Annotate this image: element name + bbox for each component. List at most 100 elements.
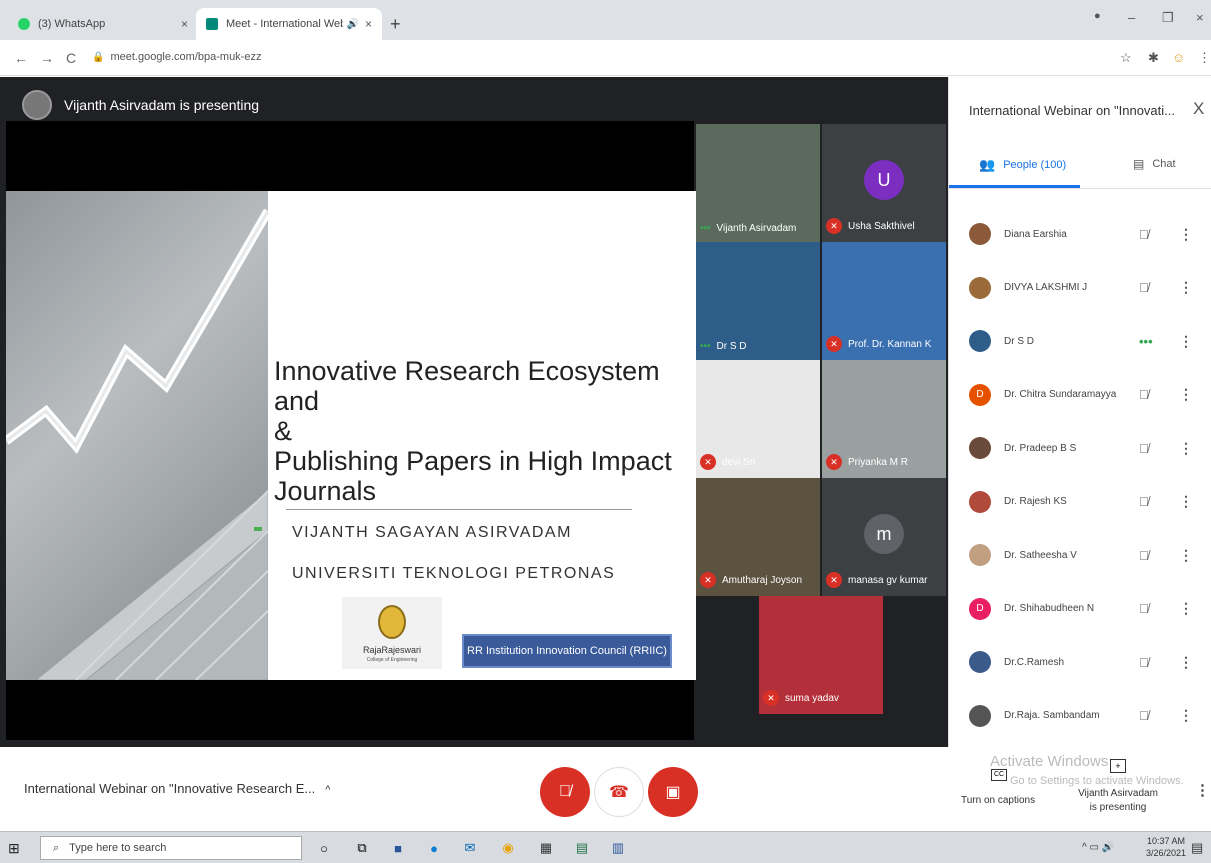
mic-off-icon[interactable]: 🎙̸ [1139,601,1149,616]
leave-call-button[interactable]: ☎ [594,767,644,817]
captions-icon[interactable]: CC [991,769,1007,781]
person-more-options-icon[interactable]: ⋮ [1179,707,1193,724]
participant-tile[interactable]: U ✕ Usha Sakthivel [822,124,946,242]
college-seal-icon [378,605,406,639]
person-more-options-icon[interactable]: ⋮ [1179,333,1193,350]
participant-name: suma yadav [785,692,839,704]
people-list-item[interactable]: D Dr. Chitra Sundaramayya 🎙̸ ⋮ [949,368,1211,422]
tab-whatsapp[interactable]: (3) WhatsApp × [8,8,198,40]
mail-icon[interactable]: ✉ [460,838,480,858]
participant-tile[interactable]: ✕ Prof. Dr. Kannan K [822,242,946,360]
participant-tile[interactable]: ••• Dr S D [696,242,820,360]
excel-icon[interactable]: ▤ [572,838,592,858]
person-more-options-icon[interactable]: ⋮ [1179,493,1193,510]
extensions-icon[interactable]: ✱ [1148,50,1159,66]
windows-start-icon[interactable]: ⊞ [8,840,20,857]
task-view-icon[interactable]: ⧉ [352,838,372,858]
people-list-item[interactable]: Dr. Pradeep B S 🎙̸ ⋮ [949,421,1211,475]
cortana-icon[interactable]: ○ [314,838,334,858]
person-avatar [969,223,991,245]
notification-center-icon[interactable]: ▤ [1191,840,1203,856]
meeting-details[interactable]: International Webinar on "Innovative Res… [24,781,330,796]
mic-off-icon[interactable]: 🎙̸ [1139,548,1149,563]
people-list-item[interactable]: Diana Earshia 🎙̸ ⋮ [949,207,1211,261]
mic-off-icon[interactable]: 🎙̸ [1139,655,1149,670]
chrome-icon[interactable]: ◉ [498,838,518,858]
tab-label: (3) WhatsApp [38,18,106,30]
system-tray-icons[interactable]: ^ ▭ 🔊 [1082,842,1114,853]
participant-tile[interactable]: ✕ devi Sri [696,360,820,478]
person-more-options-icon[interactable]: ⋮ [1179,279,1193,296]
presenter-text: Vijanth Asirvadam is presenting [64,97,260,113]
avatar-icon[interactable]: ☺ [1172,50,1185,65]
people-list-item[interactable]: D Dr. Shihabudheen N 🎙̸ ⋮ [949,582,1211,636]
person-more-options-icon[interactable]: ⋮ [1179,547,1193,564]
presenter-banner: Vijanth Asirvadam is presenting [22,90,259,120]
present-icon[interactable]: + [1110,759,1126,773]
address-bar: ← → C 🔒 meet.google.com/bpa-muk-ezz ☆ ✱ ☺… [0,40,1211,76]
people-list-item[interactable]: Dr S D ••• ⋮ [949,314,1211,368]
person-more-options-icon[interactable]: ⋮ [1179,226,1193,243]
mic-off-icon[interactable]: 🎙̸ [1139,441,1149,456]
mic-off-icon[interactable]: 🎙̸ [1139,280,1149,295]
speaking-indicator-icon[interactable]: ••• [1139,334,1153,349]
participant-avatar: U [864,160,904,200]
browser-menu-icon[interactable]: ⋮ [1198,50,1211,66]
people-list-item[interactable]: Dr. Satheesha V 🎙̸ ⋮ [949,528,1211,582]
taskbar-clock[interactable]: 10:37 AM 3/26/2021 [1146,835,1186,859]
store-icon[interactable]: ▦ [536,838,556,858]
windows-taskbar: ⊞ ⌕ Type here to search ○ ⧉ ■ ● ✉ ◉ ▦ ▤ … [0,831,1211,863]
participant-tile[interactable]: ✕ suma yadav [759,596,883,714]
tab-meet[interactable]: Meet - International Webina 🔊 × [196,8,382,40]
person-more-options-icon[interactable]: ⋮ [1179,386,1193,403]
close-tab-icon[interactable]: × [365,17,372,31]
word-icon[interactable]: ▥ [608,838,628,858]
panel-title: International Webinar on "Innovati... [969,103,1176,118]
file-explorer-icon[interactable]: ■ [388,838,408,858]
camera-off-button[interactable]: ▣ [648,767,698,817]
people-list-item[interactable]: Dr.Raja. Sambandam 🎙̸ ⋮ [949,689,1211,743]
person-more-options-icon[interactable]: ⋮ [1179,440,1193,457]
captions-button[interactable]: Turn on captions [961,795,1035,806]
participant-tile[interactable]: ✕ Amutharaj Joyson [696,478,820,596]
tab-chat[interactable]: ▤ Chat [1133,157,1176,171]
participant-tile[interactable]: ✕ Priyanka M R [822,360,946,478]
person-more-options-icon[interactable]: ⋮ [1179,600,1193,617]
mic-off-button[interactable]: 🎙̸ [540,767,590,817]
close-panel-icon[interactable]: X [1193,99,1204,119]
restore-button[interactable]: ❐ [1162,10,1174,26]
participant-tile[interactable]: m ✕ manasa gv kumar [822,478,946,596]
reload-button[interactable]: C [66,50,76,66]
participant-avatar: m [864,514,904,554]
bookmark-star-icon[interactable]: ☆ [1120,50,1132,66]
speaking-indicator-icon: ••• [700,223,711,234]
mic-off-icon[interactable]: 🎙̸ [1139,227,1149,242]
person-more-options-icon[interactable]: ⋮ [1179,654,1193,671]
participant-name: Amutharaj Joyson [722,574,803,586]
present-status[interactable]: Vijanth Asirvadam is presenting [1078,787,1158,815]
edge-icon[interactable]: ● [424,838,444,858]
people-list-item[interactable]: Dr.C.Ramesh 🎙̸ ⋮ [949,635,1211,689]
url-field[interactable]: 🔒 meet.google.com/bpa-muk-ezz [92,51,261,63]
taskbar-search-input[interactable]: ⌕ Type here to search [40,836,302,860]
mic-off-icon[interactable]: 🎙̸ [1139,494,1149,509]
more-options-button[interactable]: ⋮ [1195,781,1210,799]
tab-people[interactable]: 👥 People (100) [979,157,1066,173]
slide-title-line: & [274,416,293,446]
close-tab-icon[interactable]: × [181,17,188,31]
new-tab-button[interactable]: + [390,14,401,35]
profile-icon[interactable]: ● [1094,10,1101,22]
search-placeholder: Type here to search [69,842,167,854]
people-list-item[interactable]: DIVYA LAKSHMI J 🎙̸ ⋮ [949,261,1211,315]
close-window-button[interactable]: × [1196,10,1204,25]
audio-playing-icon[interactable]: 🔊 [347,19,359,30]
presentation-letterbox-top [6,121,694,191]
minimize-button[interactable]: – [1128,10,1135,25]
participant-tile[interactable]: ••• Vijanth Asirvadam [696,124,820,242]
participant-name-tag: ✕ manasa gv kumar [826,572,927,588]
back-button[interactable]: ← [14,50,28,66]
people-list-item[interactable]: Dr. Rajesh KS 🎙̸ ⋮ [949,475,1211,529]
forward-button[interactable]: → [40,50,54,66]
mic-off-icon[interactable]: 🎙̸ [1139,708,1149,723]
mic-off-icon[interactable]: 🎙̸ [1139,387,1149,402]
